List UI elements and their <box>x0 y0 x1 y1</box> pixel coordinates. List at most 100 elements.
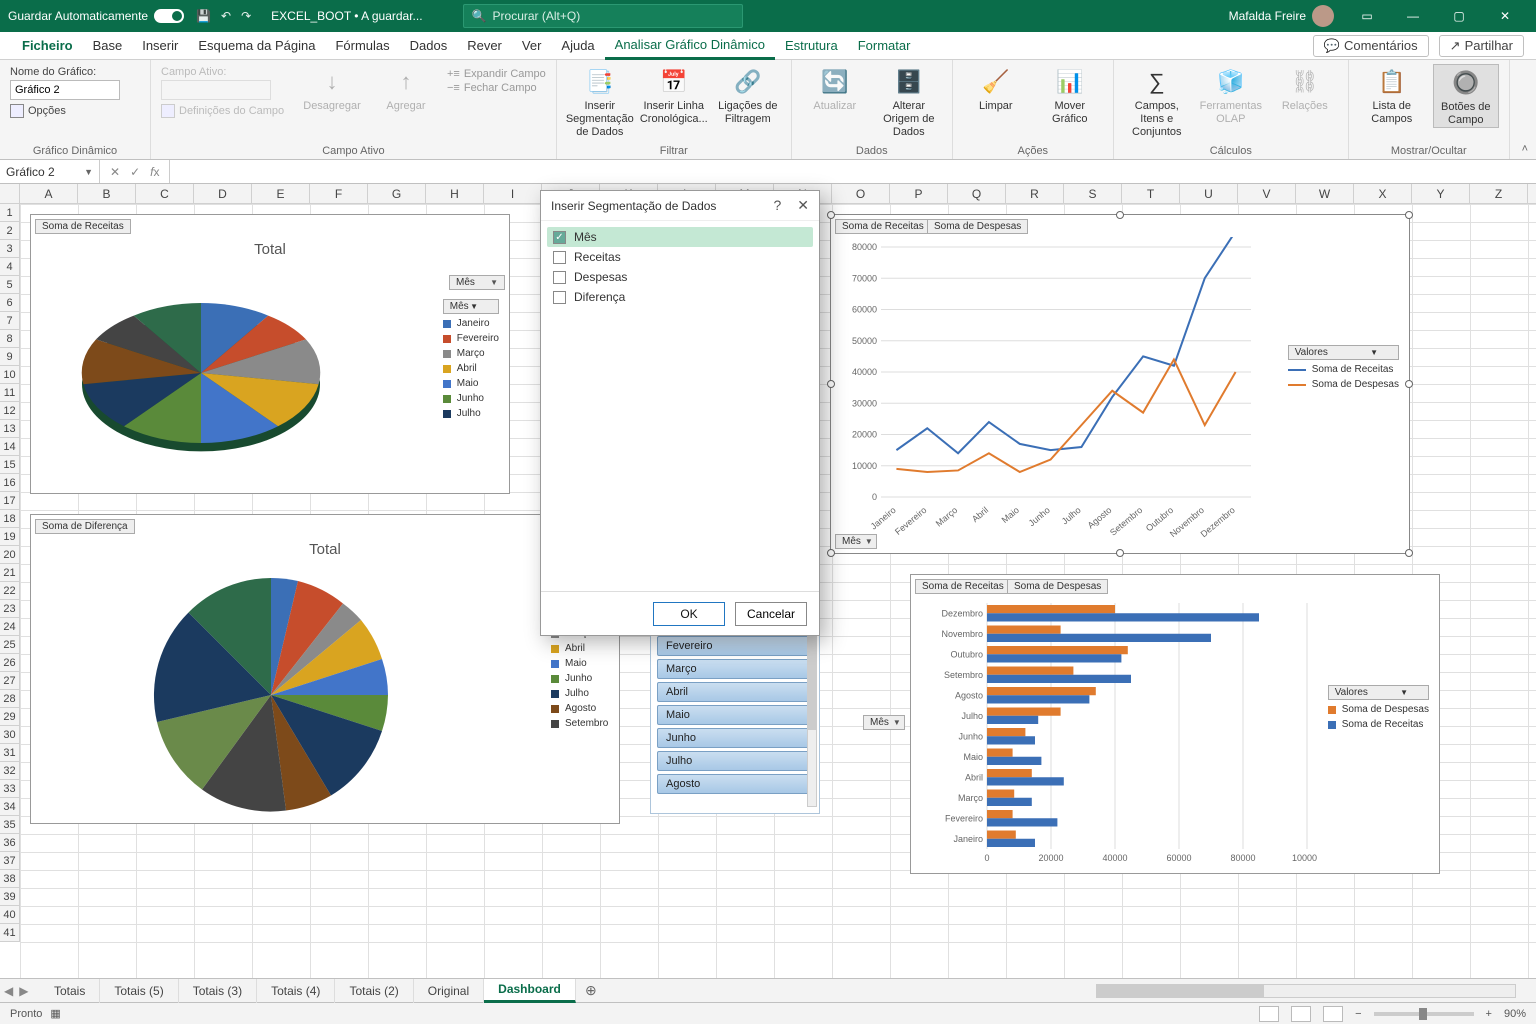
legend-header[interactable]: Valores▼ <box>1328 685 1429 700</box>
row-header[interactable]: 32 <box>0 762 19 780</box>
slicer-item[interactable]: Agosto <box>657 774 813 794</box>
pivot-chart-pie-diferenca[interactable]: Soma de Diferença Total Mês▼ Mês▼Janeiro… <box>30 514 620 824</box>
row-header[interactable]: 38 <box>0 870 19 888</box>
fx-icon[interactable]: fx <box>150 165 159 179</box>
row-header[interactable]: 3 <box>0 240 19 258</box>
pivot-button-soma-diferenca[interactable]: Soma de Diferença <box>35 519 135 534</box>
redo-icon[interactable]: ↷ <box>241 9 251 23</box>
row-header[interactable]: 11 <box>0 384 19 402</box>
field-buttons-button[interactable]: 🔘Botões de Campo <box>1433 64 1499 128</box>
row-header[interactable]: 40 <box>0 906 19 924</box>
pivot-options-button[interactable]: Opções <box>10 104 140 118</box>
save-icon[interactable]: 💾 <box>196 9 211 23</box>
autosave-switch[interactable] <box>154 9 184 23</box>
prev-sheet-icon[interactable]: ◀ <box>4 984 13 998</box>
row-header[interactable]: 17 <box>0 492 19 510</box>
comments-button[interactable]: 💬Comentários <box>1313 35 1429 57</box>
tab-view[interactable]: Ver <box>512 32 552 60</box>
row-header[interactable]: 4 <box>0 258 19 276</box>
col-header[interactable]: R <box>1006 184 1064 203</box>
help-icon[interactable]: ? <box>773 197 781 214</box>
row-header[interactable]: 2 <box>0 222 19 240</box>
pivot-button-soma-despesas[interactable]: Soma de Despesas <box>1007 579 1108 594</box>
col-header[interactable]: C <box>136 184 194 203</box>
tab-data[interactable]: Dados <box>400 32 458 60</box>
col-header[interactable]: E <box>252 184 310 203</box>
close-dialog-icon[interactable]: ✕ <box>797 197 809 214</box>
row-header[interactable]: 18 <box>0 510 19 528</box>
row-header[interactable]: 23 <box>0 600 19 618</box>
clear-button[interactable]: 🧹Limpar <box>963 64 1029 113</box>
normal-view-button[interactable] <box>1259 1006 1279 1022</box>
pivot-button-mes[interactable]: Mês▼ <box>835 534 877 549</box>
col-header[interactable]: U <box>1180 184 1238 203</box>
ribbon-mode-icon[interactable]: ▭ <box>1344 0 1390 32</box>
next-sheet-icon[interactable]: ▶ <box>19 984 28 998</box>
pivot-button-mes[interactable]: Mês▼ <box>863 715 905 730</box>
col-header[interactable]: I <box>484 184 542 203</box>
fields-items-button[interactable]: ∑Campos, Itens e Conjuntos <box>1124 64 1190 140</box>
row-header[interactable]: 26 <box>0 654 19 672</box>
col-header[interactable]: W <box>1296 184 1354 203</box>
accessibility-icon[interactable]: ▦ <box>50 1007 60 1020</box>
pivot-chart-line[interactable]: Soma de Receitas Soma de Despesas 010000… <box>830 214 1410 554</box>
row-header[interactable]: 7 <box>0 312 19 330</box>
row-header[interactable]: 5 <box>0 276 19 294</box>
col-header[interactable]: Y <box>1412 184 1470 203</box>
col-header[interactable]: X <box>1354 184 1412 203</box>
sheet-tab[interactable]: Totais <box>40 979 100 1003</box>
tab-analyze-pivot-chart[interactable]: Analisar Gráfico Dinâmico <box>605 32 775 60</box>
row-header[interactable]: 24 <box>0 618 19 636</box>
row-header[interactable]: 35 <box>0 816 19 834</box>
field-list-button[interactable]: 📋Lista de Campos <box>1359 64 1425 126</box>
insert-timeline-button[interactable]: 📅Inserir Linha Cronológica... <box>641 64 707 126</box>
horizontal-scrollbar[interactable] <box>1096 984 1516 998</box>
pivot-button-soma-despesas[interactable]: Soma de Despesas <box>927 219 1028 234</box>
row-header[interactable]: 27 <box>0 672 19 690</box>
slicer-item[interactable]: Abril <box>657 682 813 702</box>
name-box[interactable]: Gráfico 2▼ <box>0 160 100 183</box>
slicer-field-row[interactable]: ✓Mês <box>547 227 813 247</box>
row-header[interactable]: 19 <box>0 528 19 546</box>
slicer-item[interactable]: Junho <box>657 728 813 748</box>
col-header[interactable]: D <box>194 184 252 203</box>
slicer-field-row[interactable]: Despesas <box>547 267 813 287</box>
col-header[interactable]: T <box>1122 184 1180 203</box>
page-break-view-button[interactable] <box>1323 1006 1343 1022</box>
filter-connections-button[interactable]: 🔗Ligações de Filtragem <box>715 64 781 126</box>
row-header[interactable]: 36 <box>0 834 19 852</box>
row-header[interactable]: 28 <box>0 690 19 708</box>
tab-pagelayout[interactable]: Esquema da Página <box>188 32 325 60</box>
row-header[interactable]: 14 <box>0 438 19 456</box>
tab-home[interactable]: Base <box>83 32 133 60</box>
row-header[interactable]: 33 <box>0 780 19 798</box>
tab-file[interactable]: Ficheiro <box>12 32 83 60</box>
row-header[interactable]: 6 <box>0 294 19 312</box>
row-header[interactable]: 8 <box>0 330 19 348</box>
zoom-level[interactable]: 90% <box>1504 1008 1526 1020</box>
row-header[interactable]: 25 <box>0 636 19 654</box>
sheet-tab[interactable]: Original <box>414 979 484 1003</box>
close-icon[interactable]: ✕ <box>1482 0 1528 32</box>
legend-header[interactable]: Valores▼ <box>1288 345 1399 360</box>
col-header[interactable]: G <box>368 184 426 203</box>
row-header[interactable]: 10 <box>0 366 19 384</box>
tab-format[interactable]: Formatar <box>848 32 921 60</box>
slicer-item[interactable]: Julho <box>657 751 813 771</box>
row-header[interactable]: 31 <box>0 744 19 762</box>
row-header[interactable]: 16 <box>0 474 19 492</box>
col-header[interactable]: P <box>890 184 948 203</box>
tab-design[interactable]: Estrutura <box>775 32 848 60</box>
insert-slicer-button[interactable]: 📑Inserir Segmentação de Dados <box>567 64 633 140</box>
tab-help[interactable]: Ajuda <box>551 32 604 60</box>
page-layout-view-button[interactable] <box>1291 1006 1311 1022</box>
maximize-icon[interactable]: ▢ <box>1436 0 1482 32</box>
col-header[interactable]: F <box>310 184 368 203</box>
col-header[interactable]: A <box>20 184 78 203</box>
collapse-ribbon-icon[interactable]: ˄ <box>1522 143 1528 155</box>
slicer-field-row[interactable]: Diferença <box>547 287 813 307</box>
slicer-item[interactable]: Março <box>657 659 813 679</box>
account-button[interactable]: Mafalda Freire <box>1229 5 1334 27</box>
confirm-formula-icon[interactable]: ✓ <box>130 165 140 179</box>
col-header[interactable]: B <box>78 184 136 203</box>
